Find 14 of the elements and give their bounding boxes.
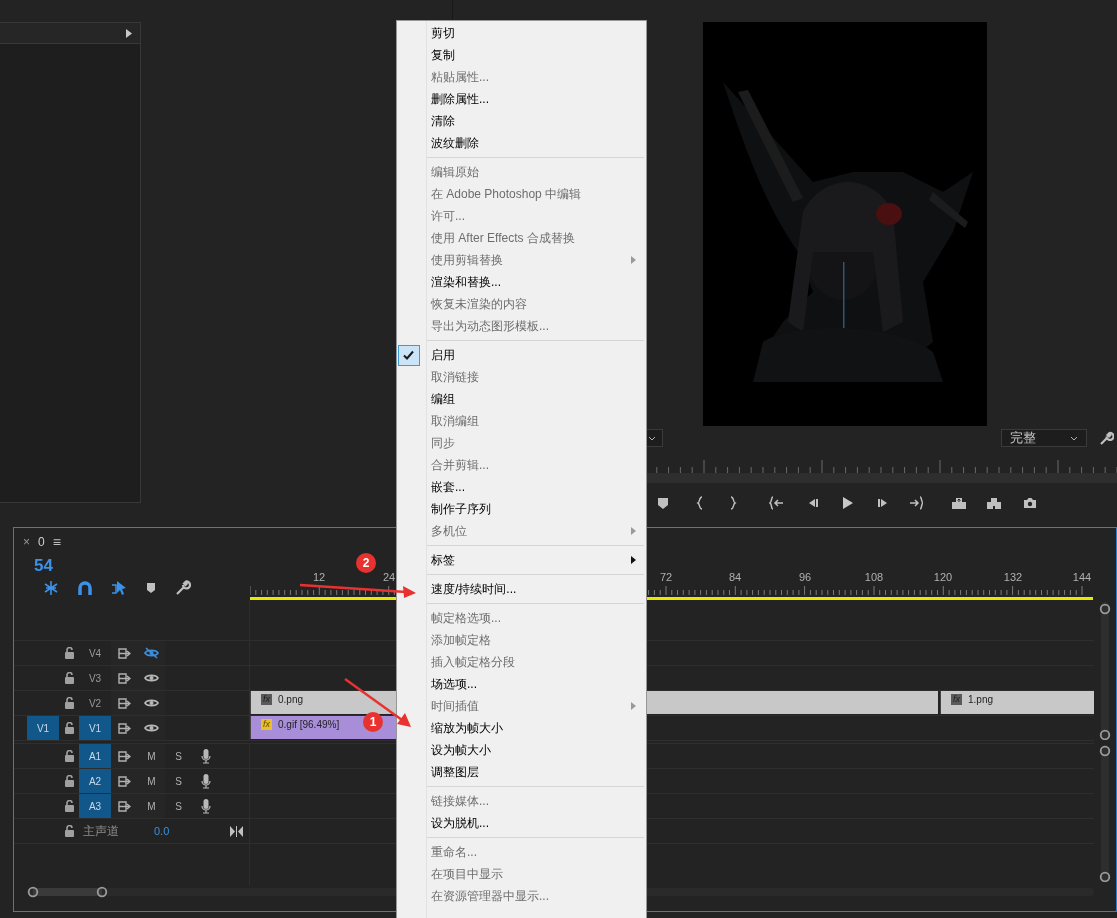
ruler-label: 132 <box>1003 570 1023 585</box>
ruler-label: 120 <box>933 570 953 585</box>
ruler-label: 144 <box>1072 570 1092 585</box>
clip-name: 0.gif [96.49%] <box>278 719 340 730</box>
ruler-label: 12 <box>312 570 326 585</box>
ruler-label: 108 <box>864 570 884 585</box>
track-label: 主声道 <box>83 823 120 840</box>
ruler-label: 84 <box>728 570 742 585</box>
ruler-label: 72 <box>659 570 673 585</box>
clip-name: 0.png <box>278 694 304 705</box>
clip-name: 1.png <box>968 694 994 705</box>
ruler-label: 24 <box>382 570 396 585</box>
ruler-label: 96 <box>798 570 812 585</box>
fx-badge: fx <box>261 719 272 730</box>
